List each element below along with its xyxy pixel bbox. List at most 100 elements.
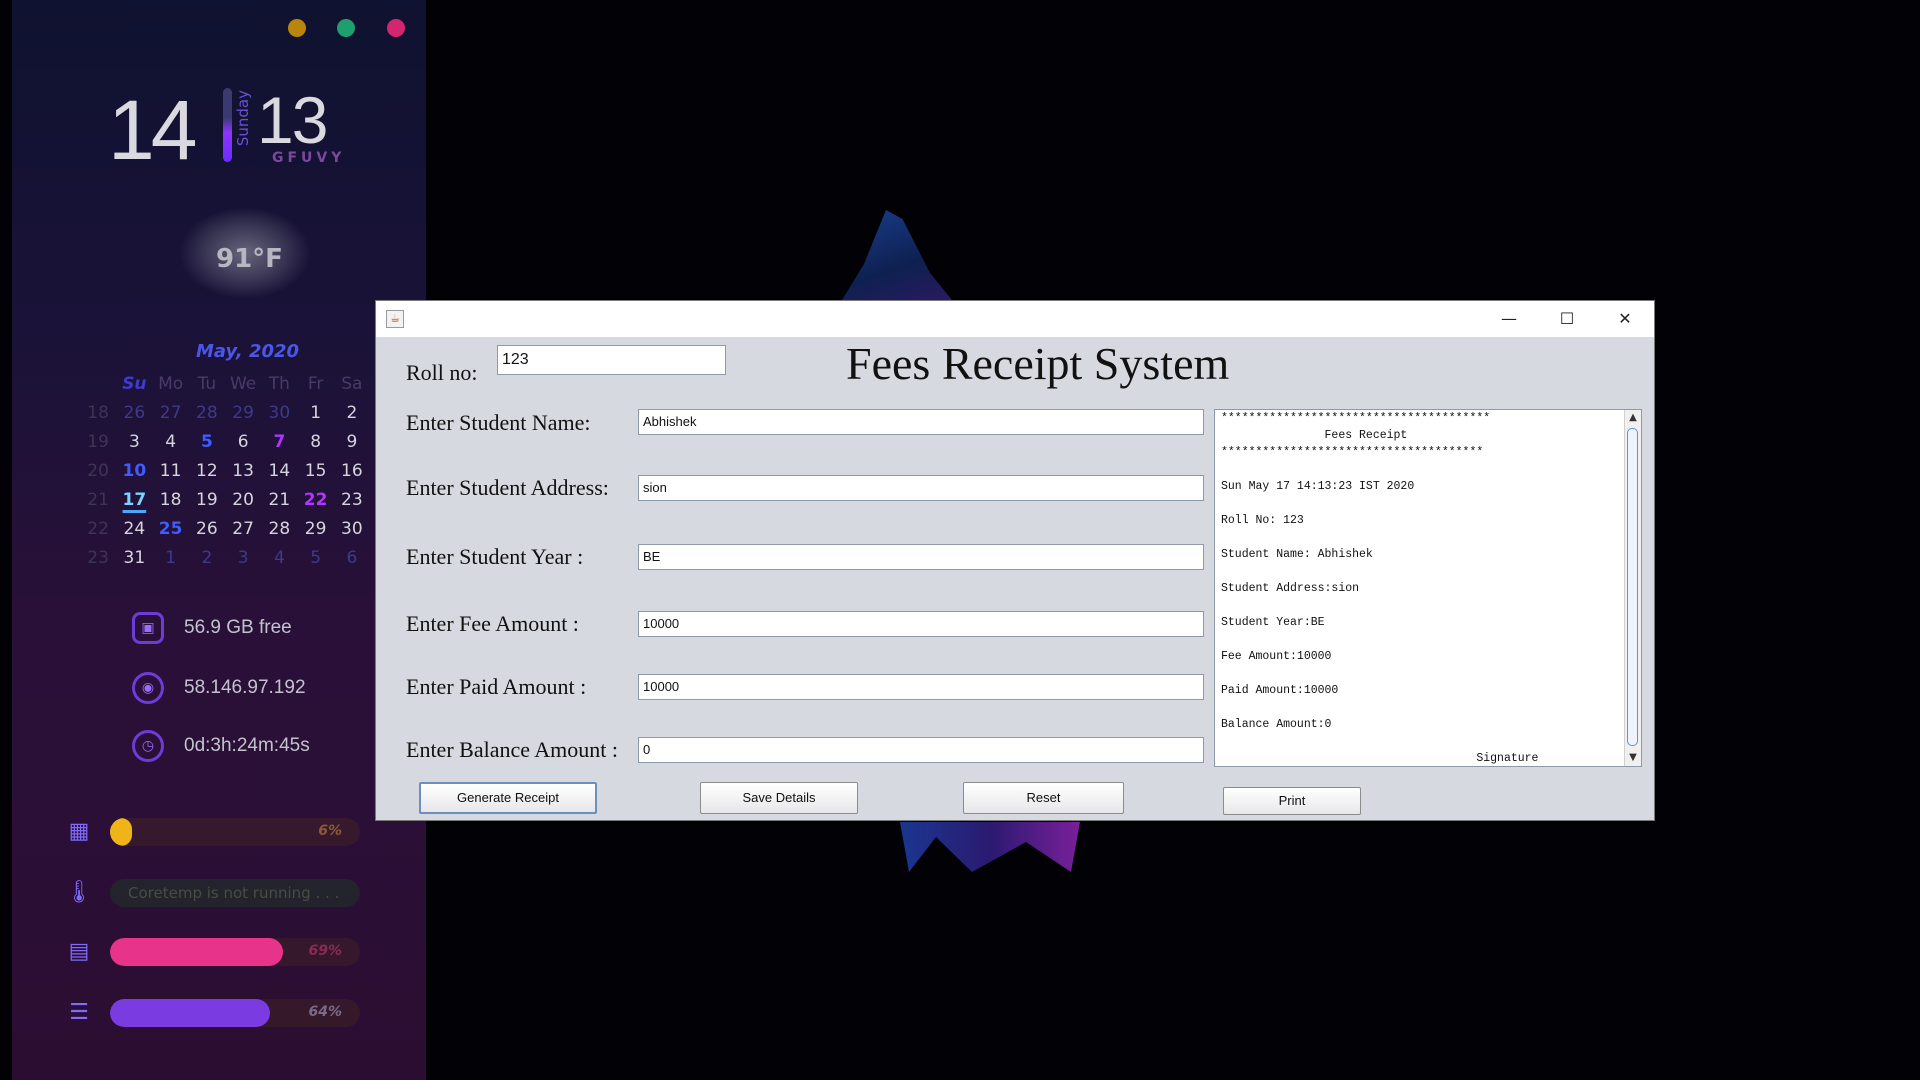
cpu-meter: ▦ 6% [64, 815, 360, 849]
calendar-week-number: 23 [87, 547, 109, 568]
reset-button[interactable]: Reset [963, 782, 1124, 814]
calendar-day: 20 [232, 489, 254, 510]
calendar-week-row: 21 17 18 19 20 21 22 23 [80, 485, 370, 514]
calendar-week-number: 21 [87, 489, 109, 510]
calendar-day: 9 [346, 431, 358, 452]
receipt-textarea[interactable]: *************************************** … [1214, 409, 1642, 767]
student-year-label: Enter Student Year : [406, 544, 584, 569]
student-name-input[interactable]: Abhishek [638, 409, 1204, 435]
fee-amount-input[interactable]: 10000 [638, 611, 1204, 637]
minimize-button[interactable]: — [1480, 301, 1538, 337]
dot-green[interactable] [337, 19, 355, 37]
calendar-day: 1 [165, 547, 177, 568]
calendar-week-row: 20 10 11 12 13 14 15 16 [80, 456, 370, 485]
receipt-name: Student Name: Abhishek [1221, 548, 1373, 561]
calendar-day: 6 [346, 547, 358, 568]
receipt-paid: Paid Amount:10000 [1221, 684, 1339, 697]
calendar-week-row: 19 3 4 5 6 7 8 9 [80, 427, 370, 456]
storage-meter-track: 64% [110, 999, 360, 1027]
calendar-day: 28 [268, 518, 291, 539]
close-button[interactable]: ✕ [1596, 301, 1654, 337]
calendar-header: Su [122, 373, 147, 394]
calendar-day: 10 [122, 460, 147, 481]
student-address-label: Enter Student Address: [406, 475, 609, 500]
calendar-day: 6 [237, 431, 249, 452]
window-titlebar[interactable]: ☕ — ☐ ✕ [376, 301, 1654, 337]
storage-percent: 64% [308, 1004, 342, 1020]
print-button[interactable]: Print [1223, 787, 1361, 815]
scroll-down-arrow-icon[interactable]: ▼ [1625, 750, 1641, 766]
memory-icon: ▤ [68, 939, 90, 964]
calendar-week-number: 22 [87, 518, 109, 539]
page-title: Fees Receipt System [846, 338, 1230, 389]
thermometer-icon: 🌡︎ [65, 880, 93, 905]
calendar-day: 27 [159, 402, 182, 423]
form-content: Roll no: 123 Fees Receipt System Enter S… [376, 337, 1654, 820]
hard-drive-icon: ▣ [132, 612, 164, 644]
temperature-meter-track: Coretemp is not running . . . [110, 879, 360, 907]
java-icon[interactable]: ☕ [386, 310, 404, 328]
dot-pink[interactable] [387, 19, 405, 37]
calendar-day: 25 [158, 518, 183, 539]
calendar-week-number: 20 [87, 460, 109, 481]
calendar-day: 4 [273, 547, 285, 568]
student-address-input[interactable]: sion [638, 475, 1204, 501]
coretemp-message: Coretemp is not running . . . [128, 884, 340, 902]
receipt-balance: Balance Amount:0 [1221, 718, 1332, 731]
paid-amount-label: Enter Paid Amount : [406, 674, 587, 699]
calendar-day: 31 [123, 547, 146, 568]
calendar-day: 24 [123, 518, 146, 539]
receipt-roll: Roll No: 123 [1221, 514, 1304, 527]
cpu-icon: ▦ [68, 819, 90, 844]
calendar-day: 11 [159, 460, 182, 481]
ram-meter: ▤ 69% [64, 935, 360, 969]
calendar-day: 28 [196, 402, 218, 423]
receipt-stars-top: *************************************** [1221, 412, 1491, 425]
generate-receipt-button[interactable]: Generate Receipt [419, 782, 597, 814]
scroll-thumb[interactable] [1627, 428, 1638, 746]
balance-amount-input[interactable]: 0 [638, 737, 1204, 763]
calendar-day-today: 17 [122, 489, 147, 510]
clock-minute: 13 [257, 83, 328, 157]
roll-input[interactable]: 123 [497, 345, 726, 375]
calendar-header-row: Su Mo Tu We Th Fr Sa [80, 369, 370, 398]
calendar-day: 3 [237, 547, 249, 568]
calendar-header: Fr [307, 373, 324, 394]
fee-amount-label: Enter Fee Amount : [406, 611, 579, 636]
receipt-address: Student Address:sion [1221, 582, 1360, 595]
receipt-year: Student Year:BE [1221, 616, 1325, 629]
maximize-button[interactable]: ☐ [1538, 301, 1596, 337]
receipt-text: *************************************** … [1215, 410, 1641, 766]
ram-percent: 69% [308, 943, 342, 959]
save-details-button[interactable]: Save Details [700, 782, 858, 814]
calendar-day: 4 [165, 431, 177, 452]
scroll-up-arrow-icon[interactable]: ▲ [1625, 410, 1641, 426]
calendar: Su Mo Tu We Th Fr Sa 18 26 27 28 29 30 1… [80, 369, 370, 572]
calendar-day: 7 [273, 431, 286, 452]
temperature-meter: 🌡︎ Coretemp is not running . . . [64, 876, 360, 910]
receipt-scrollbar[interactable]: ▲ ▼ [1624, 410, 1641, 766]
wallpaper-art-top [842, 210, 952, 300]
calendar-day: 12 [196, 460, 218, 481]
student-year-input[interactable]: BE [638, 544, 1204, 570]
calendar-day: 18 [159, 489, 182, 510]
calendar-week-number: 18 [87, 402, 109, 423]
dot-yellow[interactable] [288, 19, 306, 37]
paid-amount-input[interactable]: 10000 [638, 674, 1204, 700]
calendar-week-number: 19 [87, 431, 109, 452]
calendar-day: 21 [268, 489, 291, 510]
receipt-stars-bottom: ************************************** [1221, 446, 1484, 459]
calendar-day: 8 [310, 431, 322, 452]
ram-meter-track: 69% [110, 938, 360, 966]
uptime-stat: ◷ 0d:3h:24m:45s [132, 728, 310, 764]
wallpaper-art-bottom [900, 822, 1080, 872]
calendar-header: We [229, 373, 257, 394]
roll-label: Roll no: [406, 360, 478, 385]
calendar-day: 26 [196, 518, 218, 539]
calendar-day: 23 [341, 489, 363, 510]
clock-day: Sunday [234, 90, 252, 147]
calendar-week-row: 22 24 25 26 27 28 29 30 [80, 514, 370, 543]
calendar-week-row: 18 26 27 28 29 30 1 2 [80, 398, 370, 427]
calendar-day: 27 [232, 518, 254, 539]
clock-divider [223, 88, 232, 162]
